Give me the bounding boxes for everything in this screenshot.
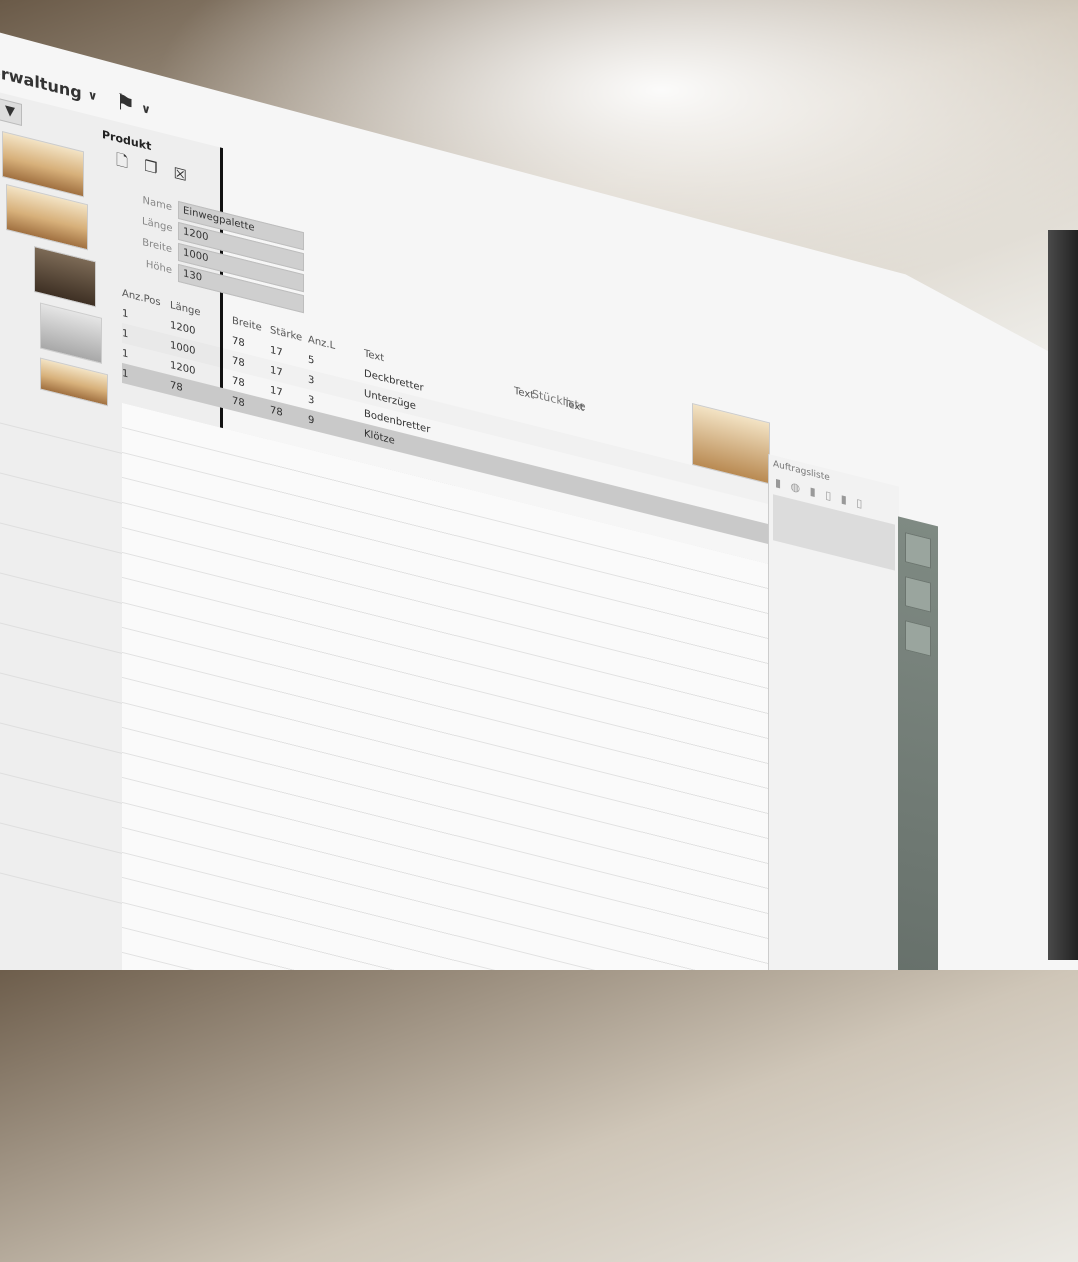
order-field[interactable] bbox=[822, 1059, 848, 1077]
order-field[interactable] bbox=[822, 1104, 886, 1132]
product-toolbar: 🗋 ❐ ☒ bbox=[116, 149, 187, 192]
laenge-label: Länge bbox=[142, 215, 173, 235]
product-thumbnail[interactable] bbox=[34, 245, 96, 308]
product-thumbnail[interactable] bbox=[40, 357, 108, 407]
side-action-rail bbox=[898, 516, 938, 970]
copy-icon[interactable]: ❐ bbox=[144, 156, 157, 184]
order-field[interactable] bbox=[822, 1149, 886, 1177]
order-label bbox=[769, 1082, 819, 1094]
order-label bbox=[769, 1097, 819, 1109]
order-label bbox=[769, 1112, 819, 1124]
order-label bbox=[769, 1037, 819, 1049]
breite-label: Breite bbox=[142, 236, 172, 256]
new-file-icon[interactable]: 🗋 bbox=[116, 149, 128, 177]
order-field[interactable] bbox=[822, 1029, 886, 1057]
order-label bbox=[769, 1142, 819, 1154]
chevron-down-icon: ∨ bbox=[141, 100, 151, 118]
side-action-button[interactable] bbox=[905, 620, 931, 657]
chevron-down-icon: ∨ bbox=[87, 87, 98, 104]
side-action-button[interactable] bbox=[905, 532, 931, 569]
product-thumbnail[interactable] bbox=[40, 302, 102, 364]
table-cell: 78 bbox=[232, 394, 245, 410]
order-label bbox=[769, 1127, 819, 1139]
order-field[interactable] bbox=[822, 1044, 848, 1062]
hoehe-label: Höhe bbox=[145, 258, 172, 277]
order-field[interactable] bbox=[822, 1134, 886, 1162]
order-field[interactable] bbox=[822, 1089, 848, 1107]
side-action-button[interactable] bbox=[905, 576, 931, 613]
order-field[interactable] bbox=[822, 1074, 848, 1092]
order-label bbox=[769, 1022, 819, 1034]
flag-menu[interactable]: ⚑ ∨ bbox=[115, 89, 150, 123]
monitor-bezel bbox=[1048, 230, 1078, 960]
flag-icon: ⚑ bbox=[115, 88, 136, 119]
order-label bbox=[769, 1052, 819, 1064]
filter-icon[interactable]: ▼ bbox=[0, 97, 22, 126]
table-cell: 78 bbox=[270, 404, 283, 419]
order-list-panel: Auftragsliste ▮ ◍ ▮ ▯ ▮ ▯ bbox=[768, 453, 899, 1181]
order-field[interactable] bbox=[822, 1119, 886, 1147]
order-label bbox=[769, 1067, 819, 1079]
delete-icon[interactable]: ☒ bbox=[174, 164, 187, 192]
order-form bbox=[769, 1014, 899, 1181]
name-label: Name bbox=[142, 195, 172, 214]
